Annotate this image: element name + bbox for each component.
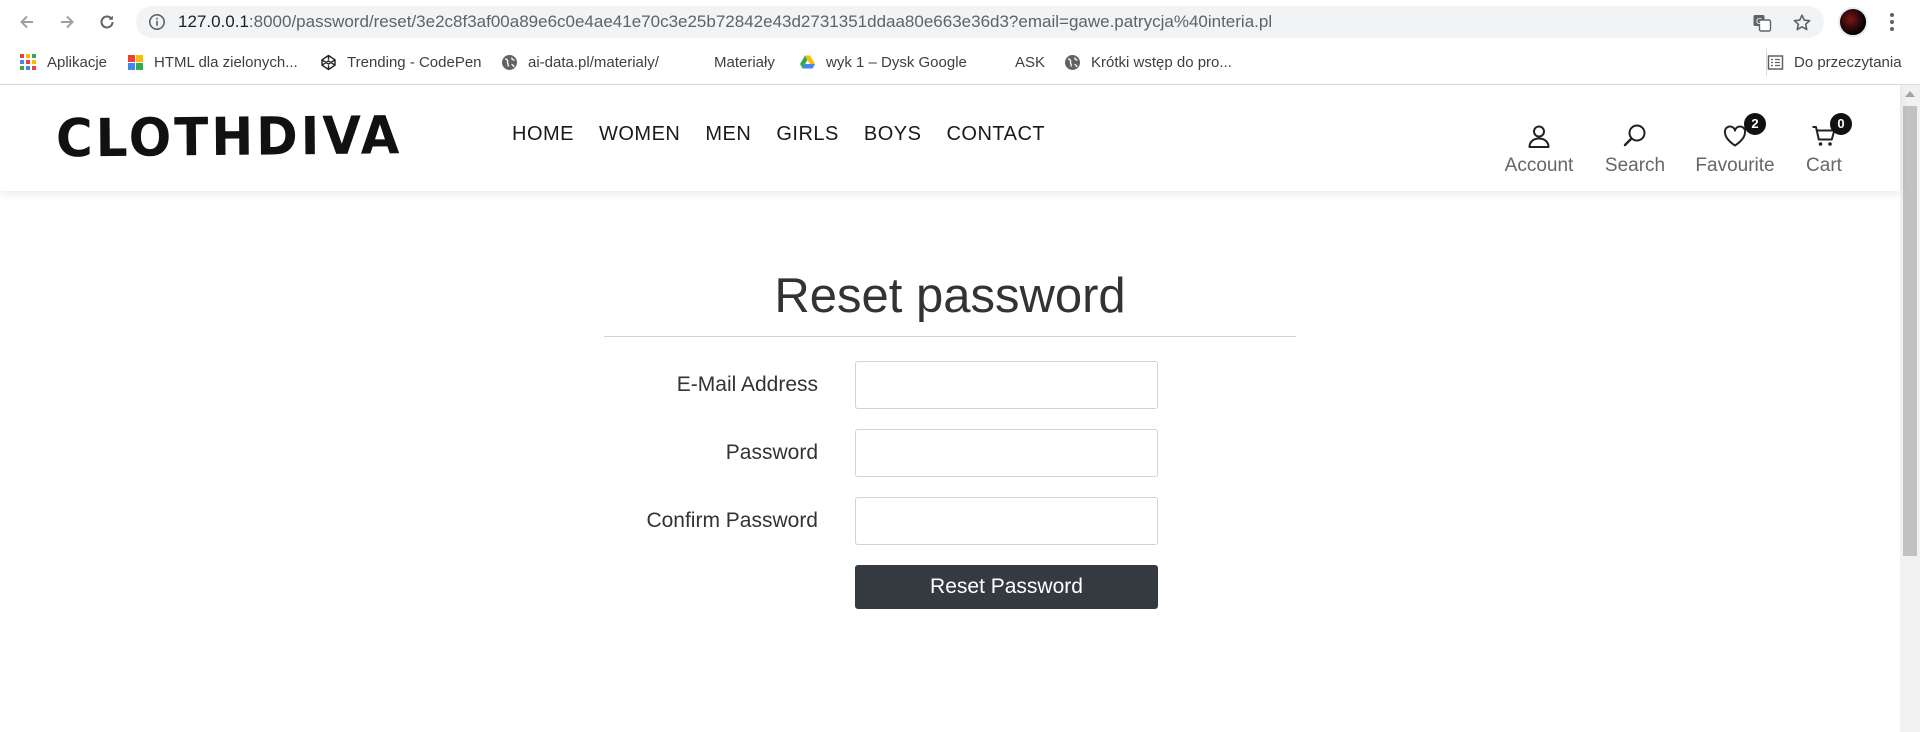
bookmark-ask[interactable]: ASK <box>1015 48 1045 76</box>
favourite-count-badge: 2 <box>1744 113 1766 135</box>
url-path: :8000/password/reset/3e2c8f3af00a89e6c0e… <box>248 12 1273 31</box>
scroll-up-arrow-icon[interactable] <box>1905 91 1915 97</box>
favourite-link[interactable]: 2 Favourite <box>1693 113 1777 177</box>
email-label: E-Mail Address <box>676 373 818 396</box>
bookmark-label: Trending - CodePen <box>347 53 482 71</box>
bookmark-star-icon[interactable] <box>1792 13 1812 33</box>
reset-password-button[interactable]: Reset Password <box>855 565 1158 609</box>
codepen-icon <box>321 54 336 70</box>
reading-list-button[interactable]: Do przeczytania <box>1766 48 1902 76</box>
cart-link[interactable]: 0 Cart <box>1803 113 1852 177</box>
reload-button[interactable] <box>94 9 120 35</box>
back-button[interactable] <box>14 9 40 35</box>
browser-menu-button[interactable] <box>1880 10 1904 34</box>
search-icon <box>1623 124 1646 147</box>
page-scrollbar[interactable] <box>1900 85 1920 732</box>
scrollbar-thumb[interactable] <box>1903 106 1917 556</box>
search-label: Search <box>1604 155 1666 176</box>
page-title: Reset password <box>774 269 1126 323</box>
bookmarks-bar: Aplikacje HTML dla zielonych... Trending… <box>0 48 1920 76</box>
confirm-password-row: Confirm Password <box>604 497 1296 545</box>
url-host: 127.0.0.1 <box>178 12 249 31</box>
bookmark-krotki-wstep[interactable]: Krótki wstęp do pro... <box>1064 48 1232 76</box>
search-link[interactable]: Search <box>1604 119 1666 177</box>
email-row: E-Mail Address <box>604 361 1296 409</box>
site-info-icon[interactable] <box>148 13 166 31</box>
bookmark-label: wyk 1 – Dysk Google <box>826 53 967 71</box>
browser-toolbar: 127.0.0.1:8000/password/reset/3e2c8f3af0… <box>0 0 1920 44</box>
forward-button[interactable] <box>54 9 80 35</box>
forward-arrow-icon <box>61 15 74 29</box>
email-field[interactable] <box>855 361 1158 409</box>
nav-women[interactable]: WOMEN <box>599 123 680 146</box>
header-icon-links: Account Search 2 Favourite 0 Cart <box>1500 113 1900 179</box>
bookmark-label: HTML dla zielonych... <box>154 53 298 71</box>
globe-icon <box>502 54 517 70</box>
account-link[interactable]: Account <box>1500 119 1578 177</box>
nav-boys[interactable]: BOYS <box>864 123 922 146</box>
bookmark-label: Aplikacje <box>47 53 108 71</box>
confirm-password-label: Confirm Password <box>646 509 818 532</box>
cart-count-badge: 0 <box>1830 113 1852 135</box>
svg-text:G: G <box>1756 17 1762 26</box>
bookmark-label: ASK <box>1015 53 1046 71</box>
site-logo[interactable]: CLOTHDIVA <box>56 104 403 170</box>
reload-icon <box>100 15 114 29</box>
bookmark-apps[interactable]: Aplikacje <box>20 48 107 76</box>
browser-chrome: 127.0.0.1:8000/password/reset/3e2c8f3af0… <box>0 0 1920 85</box>
reading-list-icon <box>1767 54 1784 70</box>
site-header: CLOTHDIVA HOME WOMEN MEN GIRLS BOYS CONT… <box>0 85 1900 191</box>
bookmark-ai-data[interactable]: ai-data.pl/materialy/ <box>501 48 659 76</box>
confirm-password-field[interactable] <box>855 497 1158 545</box>
translate-icon[interactable]: G <box>1752 13 1772 33</box>
apps-grid-icon <box>20 53 37 71</box>
password-field[interactable] <box>855 429 1158 477</box>
main-navigation: HOME WOMEN MEN GIRLS BOYS CONTACT <box>512 123 1070 146</box>
account-label: Account <box>1504 155 1574 176</box>
nav-men[interactable]: MEN <box>705 123 751 146</box>
back-arrow-icon <box>20 15 33 29</box>
cart-label: Cart <box>1806 155 1842 176</box>
globe-icon <box>1065 54 1080 70</box>
google-drive-icon <box>800 55 815 68</box>
title-divider <box>604 336 1296 337</box>
bookmark-label: Materiały <box>714 53 775 71</box>
bookmark-label: ai-data.pl/materialy/ <box>528 53 659 71</box>
bookmark-materialy[interactable]: Materiały <box>714 48 775 76</box>
nav-girls[interactable]: GIRLS <box>776 123 839 146</box>
nav-contact[interactable]: CONTACT <box>946 123 1045 146</box>
password-label: Password <box>725 441 818 464</box>
profile-avatar[interactable] <box>1838 7 1868 37</box>
url-text[interactable]: 127.0.0.1:8000/password/reset/3e2c8f3af0… <box>178 6 1272 38</box>
nav-home[interactable]: HOME <box>512 123 574 146</box>
bookmark-html-dla-zielonych[interactable]: HTML dla zielonych... <box>127 48 298 76</box>
account-icon <box>1528 125 1550 148</box>
favourite-label: Favourite <box>1695 155 1775 176</box>
reading-list-label: Do przeczytania <box>1794 53 1902 71</box>
bookmark-dysk-google[interactable]: wyk 1 – Dysk Google <box>799 48 967 76</box>
address-bar[interactable]: 127.0.0.1:8000/password/reset/3e2c8f3af0… <box>136 6 1824 38</box>
bookmark-codepen[interactable]: Trending - CodePen <box>320 48 482 76</box>
html-bookmark-icon <box>128 54 143 70</box>
password-row: Password <box>604 429 1296 477</box>
bookmark-label: Krótki wstęp do pro... <box>1091 53 1232 71</box>
